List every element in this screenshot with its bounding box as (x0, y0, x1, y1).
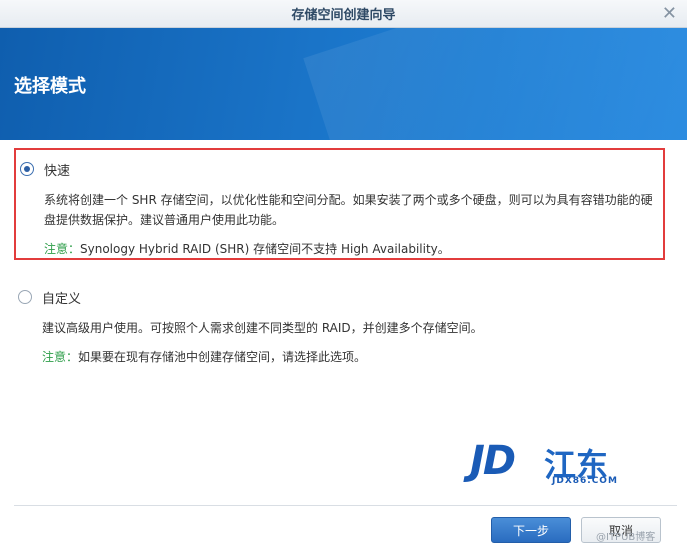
step-title: 选择模式 (14, 76, 86, 97)
radio-quick[interactable] (20, 162, 34, 176)
note-text: Synology Hybrid RAID (SHR) 存储空间不支持 High … (80, 242, 450, 256)
note-label: 注意： (42, 350, 79, 364)
note-label: 注意： (44, 242, 81, 256)
option-note: 注意：Synology Hybrid RAID (SHR) 存储空间不支持 Hi… (44, 240, 450, 257)
title-bar: 存储空间创建向导 ✕ (0, 0, 687, 28)
option-label[interactable]: 自定义 (42, 288, 81, 307)
watermark-logo: JD 江东 JDX86.COM (470, 438, 640, 490)
header-banner: 选择模式 (0, 28, 687, 140)
option-quick[interactable]: 快速 系统将创建一个 SHR 存储空间，以优化性能和空间分配。如果安装了两个或多… (14, 148, 665, 260)
site-watermark: @ITPUB博客 (596, 532, 656, 543)
option-label[interactable]: 快速 (44, 160, 70, 179)
note-text: 如果要在现有存储池中创建存储空间，请选择此选项。 (78, 350, 367, 364)
logo-mark: JD (470, 438, 516, 484)
banner-decoration (303, 28, 687, 140)
option-description: 建议高级用户使用。可按照个人需求创建不同类型的 RAID，并创建多个存储空间。 (42, 321, 483, 335)
logo-subtitle: JDX86.COM (552, 476, 618, 486)
radio-custom[interactable] (18, 290, 32, 304)
option-custom[interactable]: 自定义 建议高级用户使用。可按照个人需求创建不同类型的 RAID，并创建多个存储… (14, 286, 665, 376)
close-icon[interactable]: ✕ (662, 3, 677, 24)
option-note: 注意：如果要在现有存储池中创建存储空间，请选择此选项。 (42, 348, 366, 365)
footer-divider (14, 505, 677, 506)
option-description: 系统将创建一个 SHR 存储空间，以优化性能和空间分配。如果安装了两个或多个硬盘… (44, 193, 653, 227)
window-title: 存储空间创建向导 (291, 8, 396, 23)
next-button[interactable]: 下一步 (491, 517, 571, 543)
